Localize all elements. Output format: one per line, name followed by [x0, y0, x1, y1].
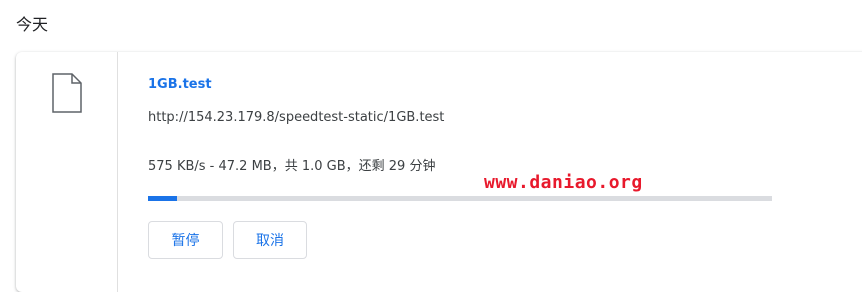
date-section-header: 今天: [16, 15, 49, 34]
progress-fill: [148, 196, 178, 201]
download-status: 575 KB/s - 47.2 MB，共 1.0 GB，还剩 29 分钟: [148, 159, 436, 174]
progress-bar: [148, 196, 772, 201]
file-icon-column: [16, 52, 118, 292]
file-name-link[interactable]: 1GB.test: [148, 77, 212, 92]
file-icon: [52, 73, 82, 113]
watermark-text: www.daniao.org: [484, 172, 643, 193]
cancel-button[interactable]: 取消: [233, 221, 307, 259]
download-url: http://154.23.179.8/speedtest-static/1GB…: [148, 110, 445, 125]
download-card: 1GB.test http://154.23.179.8/speedtest-s…: [16, 52, 862, 292]
pause-button[interactable]: 暂停: [148, 221, 223, 259]
